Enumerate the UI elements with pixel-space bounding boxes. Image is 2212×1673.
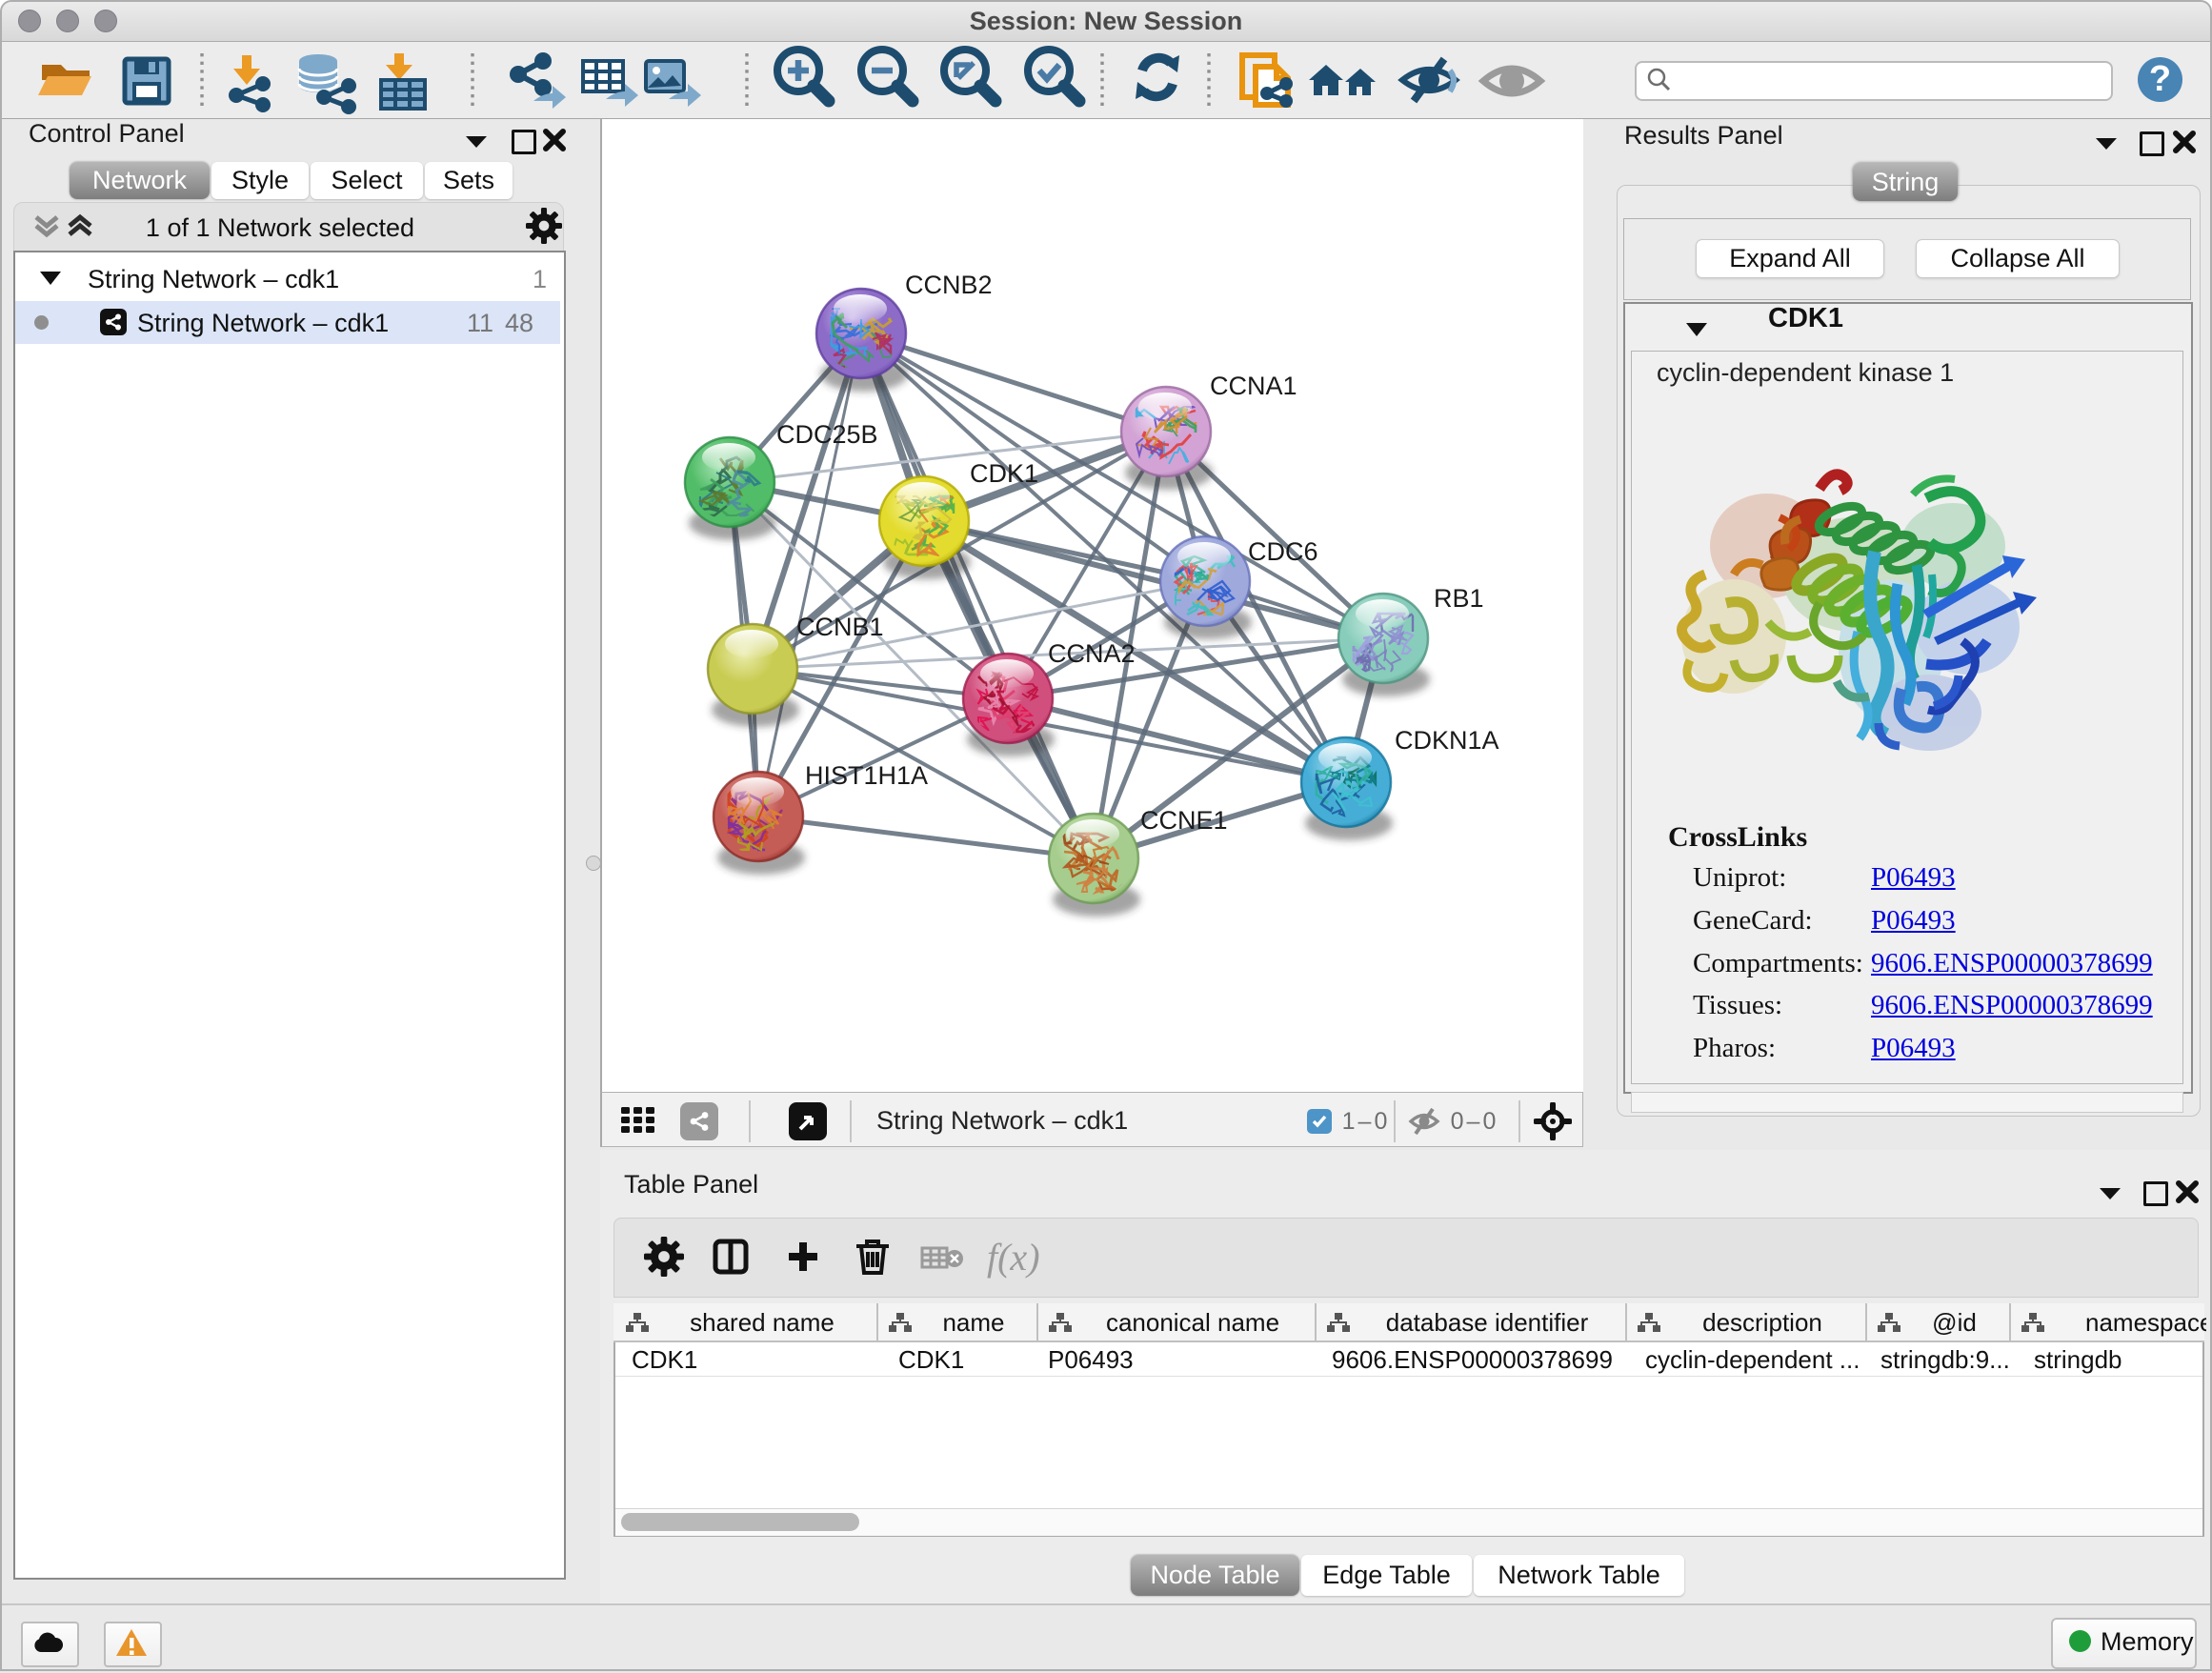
svg-text:CDC6: CDC6 xyxy=(1248,537,1318,566)
svg-text:CDK1: CDK1 xyxy=(970,459,1038,488)
svg-text:CCNB2: CCNB2 xyxy=(905,271,993,299)
svg-text:CCNA2: CCNA2 xyxy=(1048,639,1136,668)
svg-text:HIST1H1A: HIST1H1A xyxy=(805,761,928,790)
svg-text:CCNB1: CCNB1 xyxy=(796,613,884,641)
svg-text:CDC25B: CDC25B xyxy=(776,420,878,449)
svg-text:CCNE1: CCNE1 xyxy=(1140,806,1228,835)
svg-text:CDKN1A: CDKN1A xyxy=(1395,726,1499,755)
svg-text:CCNA1: CCNA1 xyxy=(1210,372,1297,400)
svg-text:RB1: RB1 xyxy=(1434,584,1484,613)
